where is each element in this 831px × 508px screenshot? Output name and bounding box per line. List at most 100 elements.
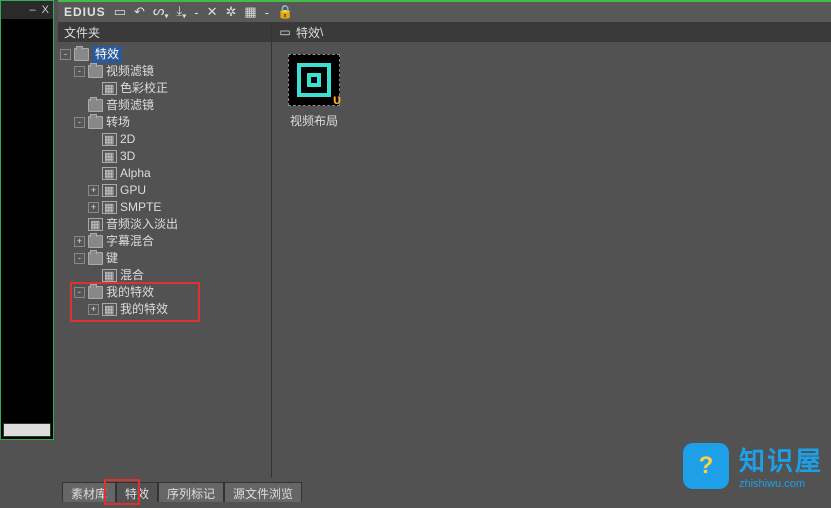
tree-label: 转场 [106, 114, 130, 131]
folder-icon [88, 99, 103, 112]
badge-icon: υ [333, 91, 341, 107]
tree-my-effects-child[interactable]: +我的特效 [60, 301, 269, 318]
down-icon[interactable]: ⤓▾ [177, 3, 187, 21]
collapse-icon[interactable]: - [74, 287, 85, 298]
close-icon[interactable]: X [42, 4, 49, 16]
tree-label: 字幕混合 [106, 233, 154, 250]
view-panel: ▭ 特效 \ υ 视频布局 [272, 22, 831, 478]
tree-2d[interactable]: 2D [60, 131, 269, 148]
tree-gpu[interactable]: + GPU [60, 182, 269, 199]
tree-alpha[interactable]: Alpha [60, 165, 269, 182]
tree-label: 我的特效 [106, 284, 154, 301]
watermark-text: 知识屋 zhishiwu.com [739, 441, 823, 490]
item-icon [102, 150, 117, 163]
watermark-title: 知识屋 [739, 441, 823, 478]
tree-my-effects[interactable]: - 我的特效 [60, 284, 269, 301]
item-icon [102, 82, 117, 95]
grid-icon[interactable]: ▦ [244, 4, 256, 20]
tree-label: 音频滤镜 [106, 97, 154, 114]
tree-audio-filter[interactable]: 音频滤镜 [60, 97, 269, 114]
tree-label: 混合 [120, 267, 144, 284]
folder-icon [88, 65, 103, 78]
folder-icon[interactable]: ▭ [114, 4, 126, 20]
item-icon [102, 269, 117, 282]
collapse-icon[interactable]: - [74, 66, 85, 77]
question-icon [699, 452, 714, 480]
tree-label: 键 [106, 250, 118, 267]
item-icon [102, 303, 117, 316]
effect-thumbnail[interactable]: υ 视频布局 [284, 54, 344, 129]
tree-label: 特效 [92, 46, 122, 63]
tab-markers[interactable]: 序列标记 [158, 482, 224, 502]
folder-icon [88, 235, 103, 248]
folder-icon [74, 48, 89, 61]
main-panel: EDIUS ▭ ↶ ᔕ▾ ⤓▾ - ✕ ✲ ▦ - 🔒 文件夹 -特效 -视频滤… [58, 0, 831, 508]
tab-browser[interactable]: 源文件浏览 [224, 482, 302, 502]
tree-root-effects[interactable]: - 特效 [60, 46, 269, 63]
separator-icon: - [265, 5, 269, 20]
tree-transition[interactable]: - 转场 [60, 114, 269, 131]
expand-icon[interactable]: + [88, 304, 99, 315]
folder-icon: ▭ [278, 25, 292, 39]
folder-icon [88, 286, 103, 299]
expand-icon[interactable]: + [88, 202, 99, 213]
tree-label: SMPTE [120, 199, 161, 216]
tree-label: 2D [120, 131, 135, 148]
watermark: 知识屋 zhishiwu.com [683, 441, 823, 490]
tab-library[interactable]: 素材库 [62, 482, 116, 502]
ruler-strip [3, 423, 51, 437]
tree-panel-header: 文件夹 [58, 22, 271, 42]
collapse-icon[interactable]: - [60, 49, 71, 60]
tree-keys[interactable]: -键 [60, 250, 269, 267]
effects-tree[interactable]: -特效 -视频滤镜 色彩校正 音频滤镜 -转场 2D 3D Alpha +GPU… [58, 42, 271, 478]
tree-smpte[interactable]: + SMPTE [60, 199, 269, 216]
tree-label: 视频滤镜 [106, 63, 154, 80]
tree-audio-fade[interactable]: 音频淡入淡出 [60, 216, 269, 233]
folder-icon [88, 116, 103, 129]
tree-video-filter[interactable]: - 视频滤镜 [60, 63, 269, 80]
collapse-icon[interactable]: - [74, 117, 85, 128]
tree-label: 3D [120, 148, 135, 165]
link-icon[interactable]: ᔕ▾ [153, 3, 169, 21]
watermark-badge [683, 443, 729, 489]
left-preview-panel: – X [0, 0, 54, 440]
tree-color-correction[interactable]: 色彩校正 [60, 80, 269, 97]
tree-label: Alpha [120, 165, 151, 182]
tree-subtitle-mix[interactable]: + 字幕混合 [60, 233, 269, 250]
collapse-icon[interactable]: - [74, 253, 85, 264]
tree-3d[interactable]: 3D [60, 148, 269, 165]
folder-icon [88, 252, 103, 265]
view-path: \ [320, 25, 323, 39]
item-icon [102, 184, 117, 197]
left-window-controls: – X [1, 1, 53, 19]
view-body[interactable]: υ 视频布局 [272, 42, 831, 478]
item-icon [102, 167, 117, 180]
app-title: EDIUS [64, 5, 106, 19]
item-icon [102, 201, 117, 214]
toolbar: ▭ ↶ ᔕ▾ ⤓▾ - ✕ ✲ ▦ - 🔒 [114, 3, 294, 21]
undo-icon[interactable]: ↶ [134, 4, 145, 20]
gear-icon[interactable]: ✲ [226, 4, 237, 20]
tree-panel: 文件夹 -特效 -视频滤镜 色彩校正 音频滤镜 -转场 2D 3D Alpha … [58, 22, 272, 478]
expand-icon[interactable]: + [74, 236, 85, 247]
item-icon [88, 218, 103, 231]
minimize-icon[interactable]: – [30, 4, 36, 16]
lock-icon[interactable]: 🔒 [277, 4, 293, 20]
tree-label: 音频淡入淡出 [106, 216, 178, 233]
separator-icon: - [194, 5, 198, 20]
watermark-sub: zhishiwu.com [739, 478, 823, 490]
thumbnail-image: υ [288, 54, 340, 106]
bottom-tabs: 素材库 特效 序列标记 源文件浏览 [62, 482, 302, 502]
item-icon [102, 133, 117, 146]
tree-label: GPU [120, 182, 146, 199]
folder-header-label: 文件夹 [64, 24, 100, 41]
delete-icon[interactable]: ✕ [207, 4, 218, 20]
tree-label: 色彩校正 [120, 80, 168, 97]
tree-blend[interactable]: 混合 [60, 267, 269, 284]
view-title: 特效 [296, 24, 320, 41]
view-panel-header: ▭ 特效 \ [272, 22, 831, 42]
thumbnail-label: 视频布局 [284, 112, 344, 129]
titlebar: EDIUS ▭ ↶ ᔕ▾ ⤓▾ - ✕ ✲ ▦ - 🔒 [58, 0, 831, 22]
tab-effects[interactable]: 特效 [116, 482, 158, 502]
expand-icon[interactable]: + [88, 185, 99, 196]
